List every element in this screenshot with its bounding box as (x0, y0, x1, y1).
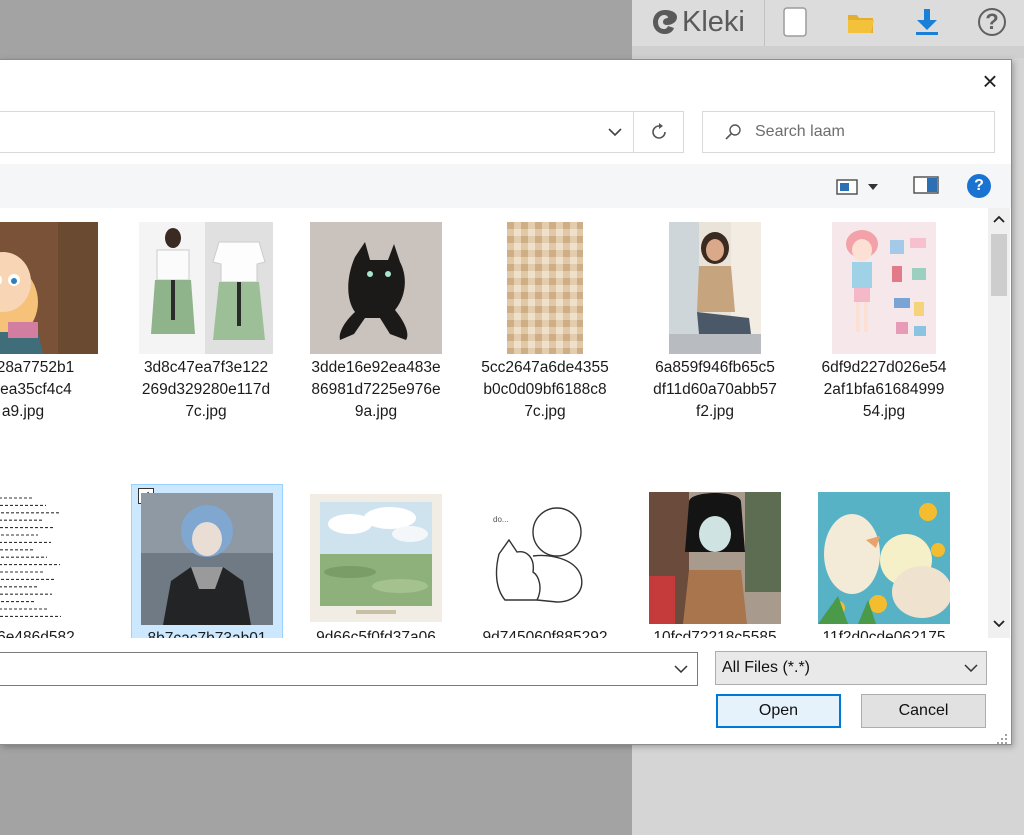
open-button[interactable]: Open (716, 694, 841, 728)
file-item[interactable]: 5cc2647a6de4355 b0c0d09bf6188c8 7c.jpg (470, 214, 622, 424)
preview-pane-button[interactable] (913, 175, 939, 197)
search-box[interactable]: Search laam (702, 111, 995, 153)
file-open-dialog: × Search laam ? 2ac28a7752b1375ea35cf4c4… (0, 59, 1012, 745)
view-icon (836, 179, 858, 195)
scroll-down-icon[interactable] (988, 613, 1010, 635)
file-name-label: 11f2d0cde062175aea0abde87d4d6c69.jpg (822, 629, 946, 638)
address-divider (633, 112, 634, 152)
file-name-label: 2ac28a7752b1375ea35cf4c4a9.jpg (0, 359, 75, 420)
kleki-logo-icon (650, 7, 680, 37)
file-name-label: 8b7cac7b73ab0129eb386bf64845ef6e.jpg (132, 628, 282, 638)
file-item[interactable]: 3dde16e92ea483e 86981d7225e976e 9a.jpg (301, 214, 453, 424)
file-name-input[interactable] (0, 652, 698, 686)
file-item[interactable]: 2416e486d582c6c3fa6e054cf.jpg (0, 484, 100, 638)
close-button[interactable]: × (975, 66, 1005, 96)
preview-pane-icon (913, 176, 939, 194)
file-item[interactable]: 9d66c5f0fd37a0634199eb139ac835fb.jpg (301, 484, 453, 638)
search-icon (711, 123, 755, 141)
refresh-icon (652, 123, 666, 139)
help-icon-glyph: ? (978, 8, 1006, 36)
download-icon[interactable] (911, 6, 943, 38)
file-item[interactable]: do... 9d745060f885292b1f8ebc5f1a723615.jp… (470, 484, 622, 638)
file-item[interactable]: 6a859f946fb65c5 df11d60a70abb57 f2.jpg (640, 214, 792, 424)
scrollbar-thumb[interactable] (991, 234, 1007, 296)
file-thumbnail (809, 492, 959, 624)
file-list[interactable]: 2ac28a7752b1375ea35cf4c4a9.jpg 3d8c47ea7f… (0, 208, 988, 638)
file-thumbnail (301, 492, 451, 624)
file-item[interactable]: 10fcd72218c5585b404b577114b43c39.jpg (640, 484, 792, 638)
toolbar-divider (764, 0, 765, 46)
file-name-label: 6a859f946fb65c5 df11d60a70abb57 f2.jpg (653, 359, 777, 420)
file-type-select[interactable]: All Files (*.*) (715, 651, 987, 685)
address-history-chevron-icon[interactable] (597, 112, 633, 152)
kleki-logo[interactable]: Kleki (650, 2, 745, 42)
file-name-label: 10fcd72218c5585b404b577114b43c39.jpg (653, 629, 777, 638)
file-thumbnail (470, 222, 620, 354)
file-item[interactable]: ✓8b7cac7b73ab0129eb386bf64845ef6e.jpg (131, 484, 283, 638)
file-thumbnail (301, 222, 451, 354)
file-name-label: 9d745060f885292b1f8ebc5f1a723615.jpg (482, 629, 608, 638)
file-thumbnail (809, 222, 959, 354)
file-item[interactable]: 2ac28a7752b1375ea35cf4c4a9.jpg (0, 214, 100, 424)
dialog-help-button[interactable]: ? (967, 174, 991, 198)
change-view-button[interactable] (836, 176, 888, 198)
file-type-dropdown-icon (962, 652, 980, 684)
address-bar[interactable] (0, 111, 684, 153)
file-item[interactable]: 11f2d0cde062175aea0abde87d4d6c69.jpg (809, 484, 961, 638)
file-thumbnail (0, 222, 98, 354)
help-icon[interactable]: ? (976, 6, 1008, 38)
search-placeholder: Search laam (755, 123, 845, 140)
vertical-scrollbar[interactable] (988, 208, 1010, 638)
svg-text:do...: do... (493, 515, 509, 524)
view-dropdown-icon (868, 184, 878, 190)
file-name-label: 3d8c47ea7f3e122 269d329280e117d 7c.jpg (141, 359, 271, 420)
app-toolbar-strip (632, 46, 1024, 58)
file-name-label: 6df9d227d026e54 2af1bfa61684999 54.jpg (821, 359, 947, 420)
file-name-dropdown-icon[interactable] (669, 653, 693, 685)
file-thumbnail (0, 492, 98, 624)
file-thumbnail: do... (470, 492, 620, 624)
file-item[interactable]: 3d8c47ea7f3e122 269d329280e117d 7c.jpg (131, 214, 283, 424)
cancel-button[interactable]: Cancel (861, 694, 986, 728)
file-thumbnail (131, 222, 281, 354)
file-name-label: 3dde16e92ea483e 86981d7225e976e 9a.jpg (311, 359, 441, 420)
file-thumbnail (640, 492, 790, 624)
file-type-value: All Files (*.*) (722, 659, 811, 676)
file-name-label: 9d66c5f0fd37a0634199eb139ac835fb.jpg (316, 629, 436, 638)
file-thumbnail (132, 493, 282, 625)
kleki-logo-text: Kleki (682, 5, 745, 38)
file-name-label: 2416e486d582c6c3fa6e054cf.jpg (0, 629, 75, 638)
file-thumbnail (640, 222, 790, 354)
command-bar: ? (0, 164, 1011, 208)
open-folder-icon[interactable] (845, 6, 877, 38)
file-item[interactable]: 6df9d227d026e54 2af1bfa61684999 54.jpg (809, 214, 961, 424)
new-image-icon[interactable] (779, 6, 811, 38)
refresh-button[interactable] (635, 112, 683, 152)
file-name-label: 5cc2647a6de4355 b0c0d09bf6188c8 7c.jpg (481, 359, 609, 420)
resize-grip-icon[interactable] (996, 732, 1008, 744)
scroll-up-icon[interactable] (988, 208, 1010, 230)
